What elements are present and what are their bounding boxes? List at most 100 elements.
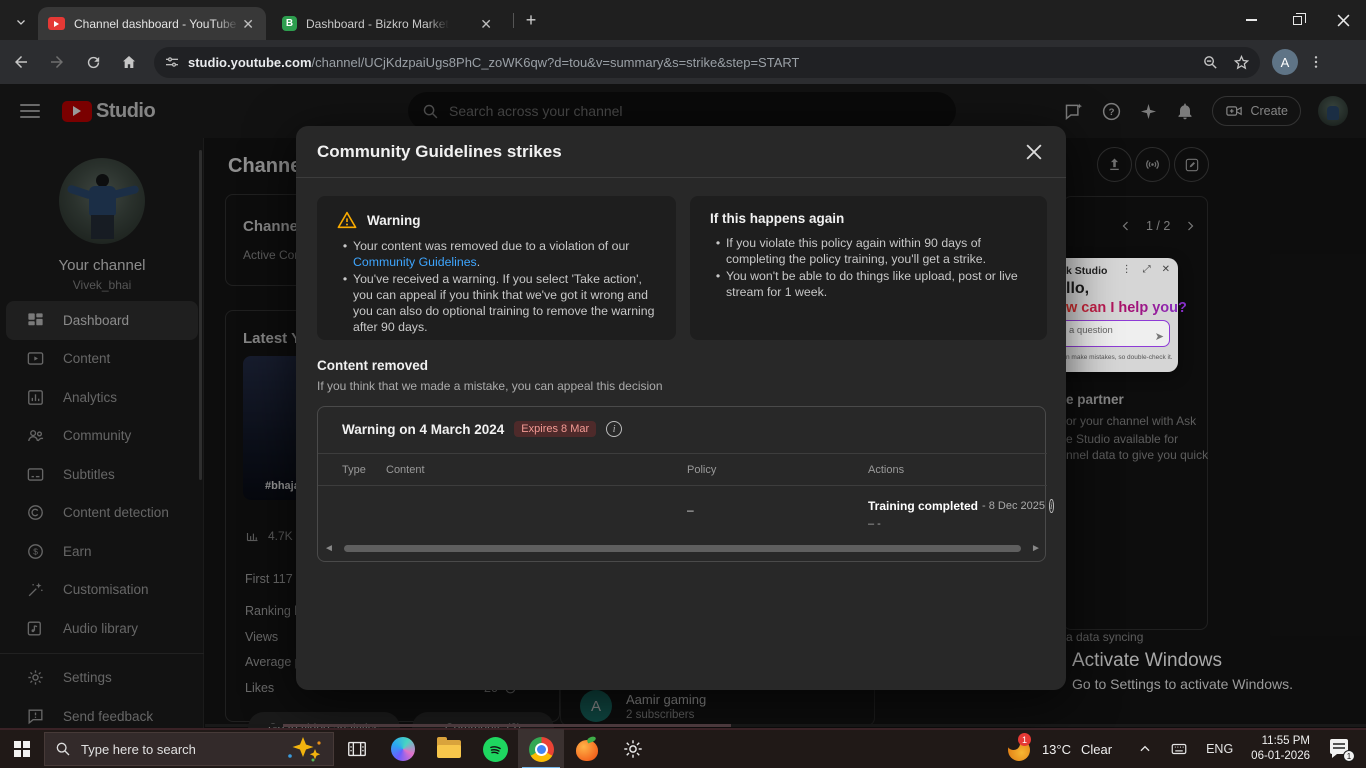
url-text: studio.youtube.com/channel/UCjKdzpaiUgs8… (188, 55, 799, 70)
training-date: - 8 Dec 2025 (982, 500, 1045, 512)
browser-menu-icon[interactable] (1308, 54, 1324, 70)
table-divider (318, 453, 1047, 454)
tab-search-chevron-icon[interactable] (8, 9, 34, 35)
tab-bizkro-market[interactable]: B Dashboard - Bizkro Market ✕ (272, 7, 504, 40)
bizkro-favicon-icon: B (282, 16, 297, 31)
warning-date-title: Warning on 4 March 2024 (342, 422, 504, 437)
scroll-right-icon[interactable]: ► (1025, 543, 1047, 554)
windows-taskbar: Type here to search (0, 728, 1366, 768)
warning-bullet-1: • Your content was removed due to a viol… (337, 238, 656, 270)
ask-fine-print: n make mistakes, so double-check it. Lea… (1066, 354, 1174, 361)
table-scrollbar[interactable]: ◄ ► (318, 541, 1047, 555)
clock-time: 11:55 PM (1251, 734, 1310, 749)
community-guidelines-modal: Community Guidelines strikes Warning • Y… (296, 126, 1066, 690)
reload-button[interactable] (78, 47, 108, 77)
table-scrollbar-thumb[interactable] (344, 545, 1021, 552)
browser-toolbar: studio.youtube.com/channel/UCjKdzpaiUgs8… (0, 40, 1366, 84)
training-completed-text: Training completed (868, 499, 978, 513)
taskbar-search-placeholder: Type here to search (81, 742, 273, 757)
task-view-button[interactable] (334, 729, 380, 768)
column-policy: Policy (687, 464, 716, 476)
community-guidelines-link[interactable]: Community Guidelines (353, 255, 477, 269)
windows-logo-icon (14, 741, 30, 757)
send-icon[interactable]: ➤ (1155, 330, 1164, 343)
modal-header: Community Guidelines strikes (296, 126, 1066, 178)
bookmark-star-icon[interactable] (1233, 54, 1250, 71)
browser-tab-strip: Channel dashboard - YouTube S ✕ B Dashbo… (0, 0, 1366, 40)
ask-studio-title: k Studio (1066, 265, 1107, 277)
weather-temp[interactable]: 13°C (1042, 742, 1071, 757)
content-removed-title: Content removed (317, 358, 428, 373)
taskbar-search-input[interactable]: Type here to search (44, 732, 334, 766)
scroll-left-icon[interactable]: ◄ (318, 543, 340, 554)
tab-title: Channel dashboard - YouTube S (74, 17, 239, 31)
popup-expand-icon[interactable]: ⤢ (1143, 264, 1151, 275)
info-icon[interactable]: i (1049, 499, 1054, 513)
screen: Channel dashboard - YouTube S ✕ B Dashbo… (0, 0, 1366, 768)
window-close-button[interactable] (1320, 0, 1366, 40)
modal-title: Community Guidelines strikes (317, 142, 562, 162)
home-button[interactable] (114, 47, 144, 77)
actions-cell: Training completed - 8 Dec 2025 i – - (868, 499, 1043, 530)
file-explorer-icon (437, 740, 461, 759)
spotify-icon (483, 737, 508, 762)
warning-bullet-2: • You've received a warning. If you sele… (337, 271, 656, 335)
language-indicator[interactable]: ENG (1206, 742, 1233, 756)
column-actions: Actions (868, 464, 904, 476)
copilot-button[interactable] (380, 729, 426, 768)
clock[interactable]: 11:55 PM 06-01-2026 (1251, 734, 1310, 764)
modal-close-icon[interactable] (1022, 140, 1046, 164)
new-tab-button[interactable]: + (520, 9, 542, 31)
content-removed-subtitle: If you think that we made a mistake, you… (317, 379, 663, 393)
site-info-icon[interactable] (164, 54, 180, 70)
again-bullet-1: •If you violate this policy again within… (710, 235, 1027, 267)
copilot-sparkle-icon (283, 736, 323, 762)
popup-menu-icon[interactable]: ⋮ (1122, 264, 1132, 275)
fl-studio-button[interactable] (564, 729, 610, 768)
column-type: Type (342, 464, 366, 476)
ask-placeholder: a question (1069, 325, 1113, 336)
tab-close-icon[interactable]: ✕ (478, 15, 494, 33)
weather-widget-icon[interactable]: 1 (1006, 735, 1034, 763)
ask-hello-text: llo, (1066, 280, 1089, 298)
window-restore-button[interactable] (1274, 0, 1320, 40)
chrome-button[interactable] (518, 729, 564, 768)
spotify-button[interactable] (472, 729, 518, 768)
settings-button[interactable] (610, 729, 656, 768)
touch-keyboard-icon[interactable] (1170, 740, 1188, 758)
tab-separator (513, 13, 514, 28)
tab-title: Dashboard - Bizkro Market (306, 17, 449, 31)
popup-close-icon[interactable]: ✕ (1162, 264, 1170, 275)
warning-card-title: Warning (367, 213, 421, 228)
tab-close-icon[interactable]: ✕ (240, 15, 256, 33)
weather-desc[interactable]: Clear (1081, 742, 1112, 757)
tray-expand-chevron-icon[interactable] (1138, 742, 1152, 756)
forward-button[interactable] (42, 47, 72, 77)
clock-date: 06-01-2026 (1251, 749, 1310, 764)
warning-triangle-icon (337, 211, 357, 229)
settings-gear-icon (622, 738, 644, 760)
if-this-happens-again-card: If this happens again •If you violate th… (690, 196, 1047, 340)
tab-channel-dashboard[interactable]: Channel dashboard - YouTube S ✕ (38, 7, 266, 40)
back-button[interactable] (6, 47, 36, 77)
warning-table-card: Warning on 4 March 2024 Expires 8 Mar i … (317, 406, 1046, 562)
browser-profile-avatar[interactable]: A (1272, 49, 1298, 75)
expires-badge: Expires 8 Mar (514, 421, 596, 437)
activate-windows-subtext: Go to Settings to activate Windows. (1072, 676, 1293, 692)
window-minimize-button[interactable] (1228, 0, 1274, 40)
zoom-out-icon[interactable] (1202, 54, 1219, 71)
again-bullet-2: •You won't be able to do things like upl… (710, 268, 1027, 300)
notification-badge: 1 (1343, 750, 1355, 762)
copilot-icon (391, 737, 415, 761)
table-divider (318, 485, 1047, 486)
info-icon[interactable]: i (606, 421, 622, 437)
file-explorer-button[interactable] (426, 729, 472, 768)
url-bar[interactable]: studio.youtube.com/channel/UCjKdzpaiUgs8… (154, 47, 1260, 78)
weather-badge: 1 (1018, 733, 1031, 746)
window-controls (1228, 0, 1366, 40)
notification-center-icon[interactable]: 1 (1330, 739, 1352, 759)
task-view-icon (346, 738, 368, 760)
fl-studio-icon (575, 737, 600, 762)
warning-card: Warning • Your content was removed due t… (317, 196, 676, 340)
start-button[interactable] (0, 729, 44, 768)
